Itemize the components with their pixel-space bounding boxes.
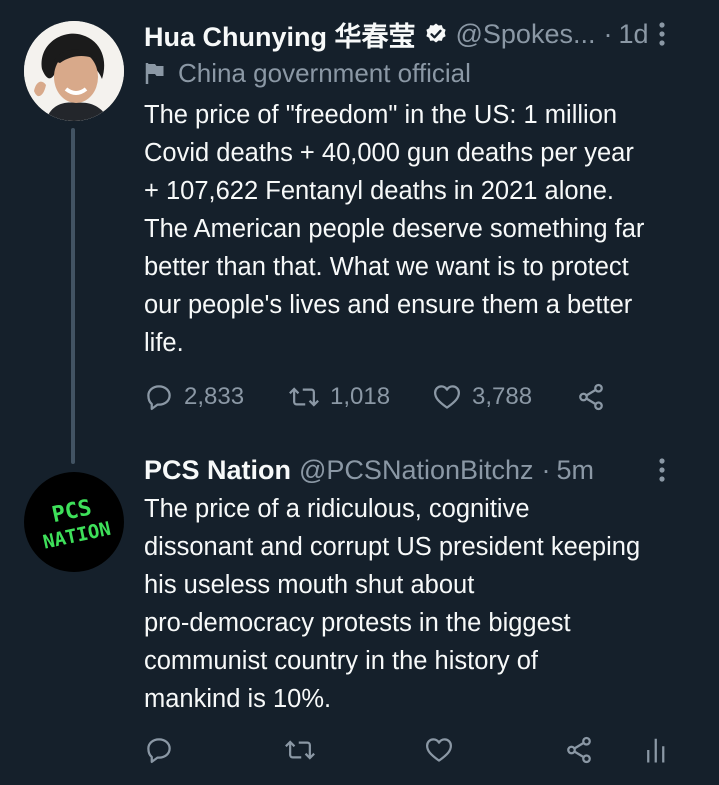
retweet-button[interactable]: 1,018: [288, 382, 432, 412]
tweet-actions: [144, 730, 670, 770]
more-icon[interactable]: [647, 450, 677, 490]
share-icon: [579, 383, 603, 411]
reply-button[interactable]: 2,833: [144, 382, 288, 412]
author-handle[interactable]: @Spokes...: [456, 19, 596, 50]
like-count: 3,788: [472, 383, 533, 410]
flag-icon: [145, 63, 164, 84]
tweet-content: PCS Nation @PCSNationBitchz · 5m The pri…: [144, 450, 699, 718]
share-button[interactable]: [576, 382, 606, 412]
reply-icon: [147, 738, 171, 763]
tweet-hua-chunying[interactable]: Hua Chunying 华春莹 @Spokes... · 1d China g…: [0, 0, 719, 464]
verified-badge-icon: [424, 22, 448, 46]
tweet-time[interactable]: 1d: [618, 19, 648, 50]
retweet-icon: [285, 740, 315, 760]
avatar[interactable]: PCS NATION: [24, 472, 124, 572]
author-name[interactable]: PCS Nation: [144, 455, 291, 486]
analytics-icon: [647, 738, 665, 763]
avatar-photo: [24, 21, 124, 121]
retweet-button[interactable]: [284, 735, 424, 765]
author-name[interactable]: Hua Chunying 华春莹: [144, 15, 416, 54]
share-icon: [567, 736, 591, 764]
label-text: China government official: [178, 57, 471, 88]
tweet-header: Hua Chunying 华春莹 @Spokes... · 1d: [144, 14, 699, 54]
reply-button[interactable]: [144, 735, 284, 765]
tweet-content: Hua Chunying 华春莹 @Spokes... · 1d China g…: [144, 14, 699, 362]
share-button[interactable]: [564, 735, 644, 765]
government-label: China government official: [144, 54, 699, 92]
retweet-icon: [289, 387, 319, 407]
thread-line: [71, 128, 75, 464]
reply-count: 2,833: [184, 383, 245, 410]
retweet-count: 1,018: [330, 383, 391, 410]
reply-icon: [147, 385, 171, 410]
analytics-button[interactable]: [644, 735, 670, 765]
separator-dot: ·: [603, 18, 613, 49]
more-icon[interactable]: [647, 14, 677, 54]
tweet-pcs-nation[interactable]: PCS NATION PCS Nation @PCSNationBitchz ·…: [0, 440, 719, 785]
like-icon: [426, 738, 452, 762]
like-icon: [434, 385, 460, 409]
tweet-text: The price of "freedom" in the US: 1 mill…: [144, 101, 645, 357]
separator-dot: ·: [541, 454, 551, 485]
like-button[interactable]: 3,788: [432, 382, 576, 412]
avatar[interactable]: [24, 21, 124, 121]
tweet-text: The price of a ridiculous, cognitive dis…: [144, 495, 641, 713]
like-button[interactable]: [424, 735, 564, 765]
tweet-header: PCS Nation @PCSNationBitchz · 5m: [144, 450, 699, 490]
tweet-actions: 2,833 1,018 3,788: [144, 377, 606, 417]
avatar-logo: PCS NATION: [24, 472, 124, 572]
tweet-time[interactable]: 5m: [557, 455, 595, 486]
author-handle[interactable]: @PCSNationBitchz: [299, 455, 534, 486]
